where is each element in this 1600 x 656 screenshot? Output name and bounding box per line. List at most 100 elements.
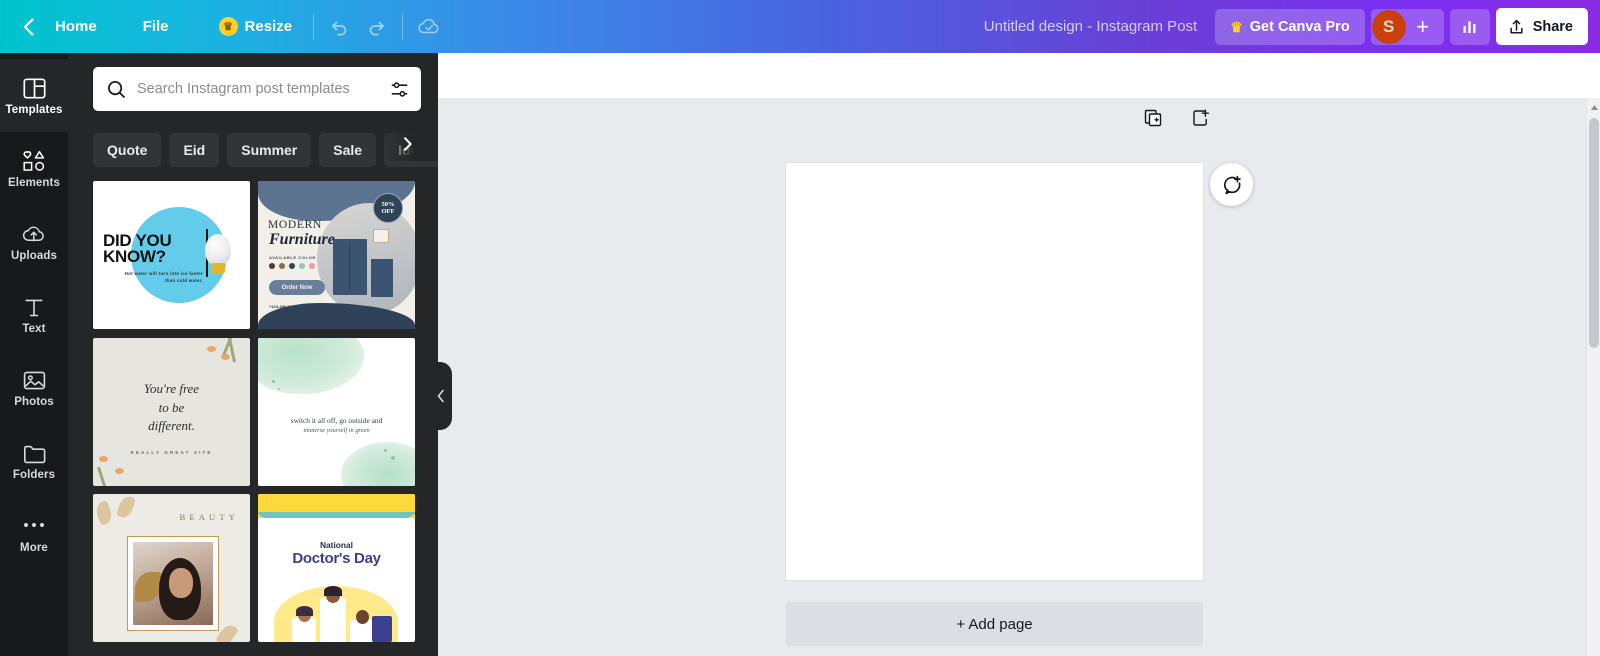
text-icon xyxy=(23,294,45,318)
chip-quote[interactable]: Quote xyxy=(93,133,162,167)
template-card-switch-it-all-off[interactable]: switch it all off, go outside and immers… xyxy=(258,337,415,486)
template-title: DID YOU KNOW? xyxy=(103,232,207,267)
chevron-left-icon xyxy=(23,17,34,36)
undo-button[interactable] xyxy=(322,10,358,44)
cloud-check-icon xyxy=(418,18,439,33)
template-card-modern-furniture[interactable]: 50% OFF MODERN Furniture AVAILABLE COLOR… xyxy=(258,181,415,329)
sidebar-item-label: Text xyxy=(22,323,46,335)
invite-member-button[interactable]: + xyxy=(1408,10,1438,44)
sidebar-item-photos[interactable]: Photos xyxy=(0,351,68,424)
share-upload-icon xyxy=(1510,19,1523,33)
sidebar-item-uploads[interactable]: Uploads xyxy=(0,205,68,278)
template-grid: DID YOU KNOW? Hot water will turn into i… xyxy=(68,173,438,643)
folders-icon xyxy=(23,440,46,464)
order-now-button: Order Now xyxy=(269,280,325,295)
design-page-canvas[interactable] xyxy=(786,163,1203,580)
left-rail: Templates Elements Uploads Text Photos F… xyxy=(0,53,68,656)
home-button[interactable]: Home xyxy=(42,10,110,44)
doctor-hair xyxy=(296,606,313,617)
quote-line3: different. xyxy=(148,418,195,434)
elements-icon xyxy=(22,148,47,172)
filter-sliders-icon[interactable] xyxy=(390,80,409,99)
chip-summer[interactable]: Summer xyxy=(227,133,312,167)
wardrobe-shape xyxy=(333,239,367,295)
decor-speck xyxy=(391,455,395,460)
sidebar-item-label: Elements xyxy=(8,177,60,189)
get-canva-pro-button[interactable]: ♛ Get Canva Pro xyxy=(1215,8,1365,45)
file-menu-button[interactable]: File xyxy=(130,10,182,44)
share-button[interactable]: Share xyxy=(1495,8,1588,45)
file-label: File xyxy=(142,18,169,35)
duplicate-page-icon xyxy=(1144,109,1162,127)
crown-icon: ♛ xyxy=(218,17,238,36)
page-tools xyxy=(1140,105,1214,131)
photo-frame xyxy=(127,536,219,632)
sidebar-item-templates[interactable]: Templates xyxy=(0,59,68,132)
crown-icon: ♛ xyxy=(1230,18,1243,35)
xray-sheet xyxy=(372,616,392,643)
template-card-youre-free[interactable]: You're free to be different. REALLY GREA… xyxy=(93,337,250,486)
scroll-up-button[interactable] xyxy=(1587,100,1600,114)
sidebar-item-elements[interactable]: Elements xyxy=(0,132,68,205)
avatar-initial: S xyxy=(1383,16,1395,36)
lightbulb-base xyxy=(211,263,225,274)
home-label: Home xyxy=(55,18,97,35)
document-title[interactable]: Untitled design - Instagram Post xyxy=(984,18,1215,35)
template-card-national-doctors-day[interactable]: National Doctor's Day xyxy=(258,494,415,643)
back-button[interactable] xyxy=(14,13,42,41)
redo-button[interactable] xyxy=(358,10,394,44)
sidebar-item-text[interactable]: Text xyxy=(0,278,68,351)
template-title-line2: KNOW? xyxy=(103,247,166,267)
color-swatches xyxy=(269,263,315,269)
chevron-right-icon xyxy=(404,137,412,151)
template-quote: You're free to be different. xyxy=(93,380,250,437)
header-left-group: Home File ♛ Resize xyxy=(0,10,447,44)
decor-speck xyxy=(278,387,280,390)
more-icon xyxy=(24,513,44,537)
scroll-up-arrow-icon xyxy=(1590,104,1598,110)
templates-icon xyxy=(22,75,46,99)
top-header: Home File ♛ Resize Untitled design - Ins… xyxy=(0,0,1600,53)
decor-gold-leaf xyxy=(93,500,115,527)
template-script-title: Furniture xyxy=(269,231,335,248)
search-row xyxy=(68,53,438,111)
vertical-scrollbar[interactable] xyxy=(1586,98,1600,656)
decor-petal xyxy=(207,345,216,352)
template-card-beauty[interactable]: BEAUTY xyxy=(93,494,250,643)
insights-button[interactable] xyxy=(1449,8,1490,45)
decor-petal xyxy=(99,455,108,462)
collapse-panel-handle[interactable] xyxy=(430,362,452,430)
filter-chips-row: Quote Eid Summer Sale Idul adh xyxy=(68,111,438,173)
add-comment-icon xyxy=(1223,175,1241,194)
sidebar-item-label: More xyxy=(20,542,48,554)
template-card-did-you-know[interactable]: DID YOU KNOW? Hot water will turn into i… xyxy=(93,181,250,329)
chip-sale[interactable]: Sale xyxy=(319,133,377,167)
bar-chart-icon xyxy=(1463,21,1476,33)
template-line2: Doctor's Day xyxy=(292,550,381,568)
decor-speck xyxy=(272,379,275,383)
decor-petal xyxy=(221,353,230,360)
portrait-photo xyxy=(133,542,213,626)
pro-label: Get Canva Pro xyxy=(1249,18,1350,35)
share-label: Share xyxy=(1532,18,1573,35)
search-box[interactable] xyxy=(93,67,421,111)
search-input[interactable] xyxy=(137,81,379,97)
avatar[interactable]: S xyxy=(1371,9,1406,44)
chips-next-button[interactable] xyxy=(398,127,418,161)
add-page-icon-button[interactable] xyxy=(1188,105,1214,131)
decor-stem xyxy=(97,466,108,486)
cloud-saved-button[interactable] xyxy=(411,10,447,44)
add-comment-button[interactable] xyxy=(1210,163,1253,206)
resize-button[interactable]: ♛ Resize xyxy=(206,10,306,44)
add-page-button[interactable]: + Add page xyxy=(786,602,1203,646)
search-icon xyxy=(108,80,125,98)
chip-label: Summer xyxy=(241,142,298,158)
template-line1: National xyxy=(319,540,354,551)
sidebar-item-more[interactable]: More xyxy=(0,497,68,570)
templates-panel: Quote Eid Summer Sale Idul adh xyxy=(68,53,438,656)
template-title: BEAUTY xyxy=(179,512,239,523)
chip-eid[interactable]: Eid xyxy=(169,133,220,167)
duplicate-page-button[interactable] xyxy=(1140,105,1166,131)
scrollbar-thumb[interactable] xyxy=(1589,118,1599,348)
sidebar-item-folders[interactable]: Folders xyxy=(0,424,68,497)
